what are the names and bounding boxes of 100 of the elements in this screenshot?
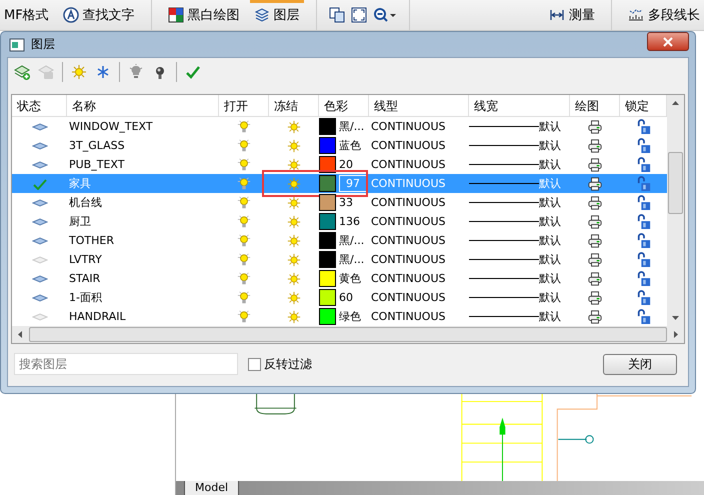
unlocked-padlock-icon[interactable] [636,308,650,324]
printer-icon[interactable] [588,176,602,190]
close-button[interactable]: 关闭 [603,354,677,374]
color-swatch[interactable] [319,175,336,192]
sun-icon[interactable] [287,138,301,152]
table-row[interactable]: HANDRAIL 绿色 CONTINUOUS 默认 [12,307,667,326]
column-header[interactable]: 线型 [369,95,469,116]
close-button[interactable] [647,32,689,51]
lineweight: 默认 [539,119,561,134]
printer-icon[interactable] [588,196,602,210]
column-header[interactable]: 名称 [67,95,219,116]
toolbar-button[interactable]: 黑白绘图 [164,0,244,30]
sun-icon[interactable] [287,158,301,172]
toolbar-button[interactable]: 多段线长 [624,0,704,30]
color-swatch[interactable] [319,232,336,249]
table-row[interactable]: 厨卫 136 CONTINUOUS 默认 [12,212,667,231]
color-swatch[interactable] [319,270,336,287]
unlocked-padlock-icon[interactable] [636,270,650,286]
linetype: CONTINUOUS [370,176,447,192]
copy-icon[interactable] [328,7,345,23]
linetype: CONTINUOUS [370,214,447,230]
color-swatch[interactable] [319,308,336,325]
toolbar-button[interactable]: MF格式 [0,0,53,30]
sun-icon[interactable] [287,252,301,266]
check-icon[interactable] [185,64,201,80]
zoom-out-icon[interactable] [372,7,397,23]
printer-icon[interactable] [588,214,602,228]
zoom-extents-icon[interactable] [350,7,367,23]
vertical-scrollbar[interactable] [667,95,684,326]
printer-icon[interactable] [588,272,602,286]
window-icon [9,36,25,52]
printer-icon[interactable] [588,120,602,134]
unlocked-padlock-icon[interactable] [636,232,650,248]
unlocked-padlock-icon[interactable] [636,156,650,172]
toolbar-button[interactable]: 测量 [545,0,599,30]
scroll-thumb[interactable] [668,152,683,214]
color-swatch[interactable] [319,118,336,135]
color-name: 绿色 [339,309,361,324]
unlocked-padlock-icon[interactable] [636,138,650,154]
table-row[interactable]: 机台线 33 CONTINUOUS 默认 [12,193,667,212]
new-layer-icon[interactable] [14,64,30,80]
table-row[interactable]: TOTHER 黑/... CONTINUOUS 默认 [12,231,667,250]
snowflake-icon[interactable] [95,64,111,80]
unlocked-padlock-icon[interactable] [636,290,650,306]
color-name: 136 [339,215,360,228]
layer-name: STAIR [68,271,102,287]
color-swatch[interactable] [319,137,336,154]
sun-icon[interactable] [287,272,301,286]
printer-icon[interactable] [588,158,602,172]
column-header[interactable]: 绘图 [570,95,620,116]
checkbox-label: 反转过滤 [264,356,312,372]
sun-icon[interactable] [287,290,301,304]
table-row[interactable]: LVTRY 黑/... CONTINUOUS 默认 [12,250,667,269]
layer-name: 3T_GLASS [68,138,126,154]
sun-icon[interactable] [287,310,301,324]
printer-icon[interactable] [588,290,602,304]
sun-icon[interactable] [287,214,301,228]
table-row[interactable]: 1-面积 60 CONTINUOUS 默认 [12,288,667,307]
column-header[interactable]: 打开 [219,95,269,116]
unlocked-padlock-icon[interactable] [636,252,650,268]
table-row[interactable]: STAIR 黄色 CONTINUOUS 默认 [12,269,667,288]
model-tab[interactable]: Model [184,481,240,495]
table-row[interactable]: 3T_GLASS 蓝色 CONTINUOUS 默认 [12,136,667,155]
table-row[interactable]: WINDOW_TEXT 黑/... CONTINUOUS 默认 [12,117,667,136]
linetype: CONTINUOUS [370,138,447,154]
sun-icon[interactable] [287,234,301,248]
linetype: CONTINUOUS [370,157,447,173]
printer-icon[interactable] [588,138,602,152]
color-name: 33 [339,196,353,209]
linetype: CONTINUOUS [370,119,447,135]
color-name: 蓝色 [339,138,361,153]
unlocked-padlock-icon[interactable] [636,118,650,134]
sun-icon[interactable] [287,196,301,210]
layer-name: 家具 [68,176,92,192]
layer-name: WINDOW_TEXT [68,119,154,135]
unlocked-padlock-icon[interactable] [636,194,650,210]
color-swatch[interactable] [319,289,336,306]
toolbar-button[interactable]: 图层 [250,0,304,30]
unlocked-padlock-icon[interactable] [636,176,650,192]
layers-icon [254,7,270,23]
color-swatch[interactable] [319,251,336,268]
column-header[interactable]: 线宽 [469,95,570,116]
color-swatch[interactable] [319,213,336,230]
checkbox[interactable] [248,358,261,370]
column-header[interactable]: 状态 [12,95,67,116]
printer-icon[interactable] [588,310,602,324]
printer-icon[interactable] [588,234,602,248]
unlocked-padlock-icon[interactable] [636,214,650,230]
column-header[interactable]: 冻结 [269,95,319,116]
search-field[interactable]: 搜索图层 [14,353,238,375]
linetype: CONTINUOUS [370,271,447,287]
sun-icon[interactable] [287,120,301,134]
toolbar-button[interactable]: 查找文字 [58,0,139,30]
table-row[interactable]: PUB_TEXT 20 CONTINUOUS 默认 [12,155,667,174]
printer-icon[interactable] [588,252,602,266]
color-swatch[interactable] [319,194,336,211]
layer-name: 机台线 [68,195,103,211]
horizontal-scrollbar[interactable] [12,326,684,343]
sun-icon[interactable] [287,176,301,190]
column-header[interactable]: 色彩 [319,95,369,116]
